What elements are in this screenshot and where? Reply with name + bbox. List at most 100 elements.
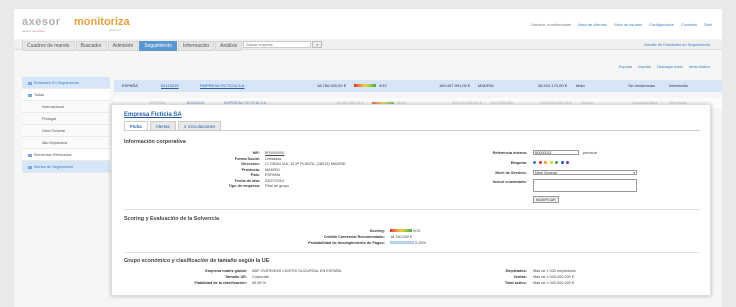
- row-country: ESPAÑA: [122, 83, 138, 88]
- tag-label: Etiqueta:: [510, 161, 527, 165]
- client-area-link[interactable]: Área de clientes: [578, 22, 607, 27]
- contact-link[interactable]: Contacto: [681, 22, 697, 27]
- service-select[interactable]: Nivel General ▾: [533, 170, 637, 175]
- product-sub: business: [109, 28, 121, 32]
- tab-analisis[interactable]: Análisis: [215, 41, 243, 51]
- section-heading: Grupo económico y clasificación de tamañ…: [124, 258, 270, 264]
- credit-value: 18.760.000 €: [390, 235, 413, 239]
- sidebar-item-internacional[interactable]: Internacional: [22, 101, 110, 113]
- top-links: Usuario: monitorizame Área de clientes G…: [531, 22, 712, 27]
- field-label: Forma Social:: [234, 156, 260, 161]
- search-input[interactable]: [243, 41, 312, 48]
- tag-color-dot[interactable]: [544, 161, 547, 164]
- search-button[interactable]: »: [312, 41, 323, 48]
- row-city: MADRID: [478, 83, 494, 88]
- row-score: 9/10: [379, 83, 387, 88]
- row-nif-link[interactable]: B1113223: [161, 80, 179, 92]
- tag-color-dot[interactable]: [560, 161, 564, 164]
- field-label: Fiabilidad de la clasificación:: [194, 281, 247, 285]
- row-amount: 169.457.991,00 €: [439, 83, 471, 88]
- product-logo: monitoriza: [74, 16, 130, 28]
- main-nav: Cuadros de mando Buscador Admisión Segui…: [14, 39, 722, 51]
- modify-button[interactable]: MODIFICAR: [533, 196, 559, 203]
- score-bar: [390, 229, 412, 232]
- row-credit: 18.760.000,00 €: [317, 83, 346, 88]
- row-name-link[interactable]: EMPRESA FICTICIA S.A: [200, 80, 244, 92]
- divider: [124, 252, 700, 253]
- field-value: Más de 1.000.000.000 €: [533, 281, 574, 285]
- sidebar: Entidades En Seguimiento Todas Internaci…: [22, 77, 110, 173]
- divider: [124, 209, 700, 210]
- sidebar-item-portugal[interactable]: Portugal: [22, 113, 110, 125]
- folder-icon: [28, 153, 32, 157]
- sidebar-item-alertas[interactable]: Alertas de Seguimiento: [22, 161, 110, 173]
- tag-color-dot[interactable]: [555, 161, 558, 164]
- brand-sub: axesor usa datos: [22, 29, 45, 33]
- tab-alertas[interactable]: Alertas: [149, 121, 176, 130]
- field-label: Provincia:: [241, 167, 260, 172]
- tag-color-dot[interactable]: [549, 161, 553, 164]
- sidebar-item-entidades[interactable]: Entidades En Seguimiento: [22, 77, 110, 89]
- field-label: Empresa matriz global:: [205, 269, 247, 273]
- tab-informacion[interactable]: Información: [178, 41, 215, 51]
- tab-cuadros[interactable]: Cuadros de mando: [22, 41, 75, 51]
- field-label: Dirección:: [241, 162, 260, 166]
- tab-ficha[interactable]: Ficha: [124, 121, 148, 130]
- detail-link[interactable]: Detalle de Entidades en Seguimiento: [644, 42, 710, 47]
- tab-buscador[interactable]: Buscador: [75, 41, 107, 51]
- field-value: MADRID: [265, 167, 280, 172]
- ref-input[interactable]: B0000033: [533, 150, 579, 155]
- field-label: Fecha de alta:: [234, 178, 260, 183]
- section-heading: Scoring y Evaluación de la Solvencia: [124, 216, 219, 222]
- folder-icon: [28, 81, 32, 85]
- field-value: Filial de grupo: [265, 184, 289, 188]
- tag-color-dot[interactable]: [538, 161, 542, 164]
- score-label: Scoring:: [369, 229, 385, 233]
- table-row[interactable]: ESPAÑA B1113223 EMPRESA FICTICIA S.A 18.…: [114, 80, 722, 92]
- service-label: Nivel de Servicio:: [495, 171, 527, 175]
- prob-label: Probabilidad de Incumplimiento de Pagos:: [308, 241, 385, 245]
- score-value: 9/10: [390, 229, 420, 233]
- header: axesor axesor usa datos monitoriza busin…: [14, 9, 722, 39]
- field-label: Total activo:: [504, 281, 527, 285]
- tag-color-dot[interactable]: [566, 161, 569, 164]
- field-value: C/ GRAN VIA, 32 5ª PLANTA, (28013) MADRI…: [265, 162, 346, 166]
- sidebar-item-todas[interactable]: Todas: [22, 89, 110, 101]
- chevron-down-icon: ▾: [633, 171, 635, 175]
- row-status: Intermedio: [669, 83, 688, 88]
- tab-admision[interactable]: Admisión: [107, 41, 139, 51]
- section-heading: Información corporativa: [124, 139, 186, 145]
- download-all-link[interactable]: Descargar todos: [657, 65, 683, 69]
- row-sales: 38.410.170,00 €: [538, 83, 567, 88]
- company-detail-panel: Empresa Ficticia SA Ficha Alertas 1 Vinc…: [111, 104, 711, 296]
- exit-link[interactable]: Salir: [704, 22, 712, 27]
- export-link[interactable]: Exportar: [619, 65, 632, 69]
- tag-color-dot[interactable]: [533, 161, 536, 164]
- user-guide-link[interactable]: Guía de usuario: [614, 22, 642, 27]
- ref-suffix: primaria: [583, 151, 597, 155]
- company-title[interactable]: Empresa Ficticia SA: [124, 112, 182, 118]
- comment-textarea[interactable]: [533, 179, 637, 192]
- field-value: Más de 1.000.000.000 €: [533, 275, 574, 279]
- credit-label: Crédito Comercial Recomendado:: [323, 235, 385, 239]
- field-value: Más de 1.000 empleados: [533, 269, 576, 273]
- ref-label: Referencia interna:: [492, 151, 527, 155]
- tag-color-picker[interactable]: [533, 161, 572, 165]
- sidebar-item-alto-expuestos[interactable]: Alto Expuestos: [22, 137, 110, 149]
- tab-vinculaciones[interactable]: 1 Vinculaciones: [177, 121, 222, 130]
- field-value: 03/07/2014: [265, 178, 285, 183]
- sidebar-item-nivel-general[interactable]: Nivel General: [22, 125, 110, 137]
- prob-value: 0.25%: [390, 241, 426, 245]
- import-link[interactable]: Importar: [638, 65, 651, 69]
- tab-seguimiento[interactable]: Seguimiento: [139, 41, 178, 51]
- nif-link[interactable]: B00000000: [265, 151, 284, 155]
- field-label: NIF:: [252, 151, 260, 155]
- row-score-bar: [354, 80, 376, 92]
- config-link[interactable]: Configuración: [649, 22, 674, 27]
- field-value: Corporate: [252, 275, 269, 279]
- mass-alert-link[interactable]: Alerta Masiva: [689, 65, 710, 69]
- sidebar-item-eliminados[interactable]: Elementos Eliminados: [22, 149, 110, 161]
- folder-icon: [28, 165, 32, 169]
- panel-tabs: Ficha Alertas 1 Vinculaciones: [124, 121, 700, 131]
- field-label: Empleados:: [505, 269, 527, 273]
